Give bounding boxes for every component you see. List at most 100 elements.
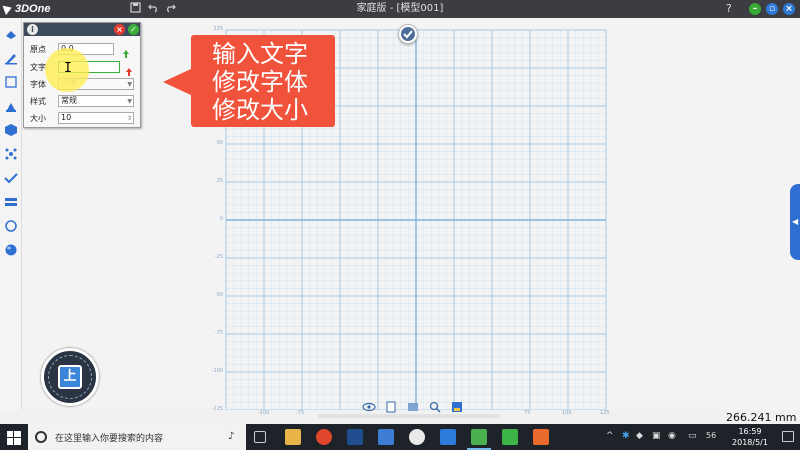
view-cube-face[interactable]: 上 [58,365,82,389]
app-logo: 3DOne [2,1,51,17]
dialog-ok-button[interactable]: ✓ [128,24,139,35]
grid-y-tick-label: 125 [213,26,223,32]
style-row: 样式 常规 ▼ [24,95,142,109]
callout-line: 修改字体 [212,68,308,96]
auto-snap-tool-icon[interactable] [4,170,18,184]
horizontal-scrollbar[interactable] [318,414,500,418]
grid-x-tick-label: 100 [562,410,572,416]
style-select-value: 常规 [61,96,77,105]
callout-line: 输入文字 [212,40,308,68]
grid-y-tick-label: -125 [211,406,223,412]
sketch-tool-icon[interactable] [4,50,18,65]
chat-app-icon[interactable] [409,429,425,445]
grid-y-tick-label: -75 [214,330,223,336]
clock-date: 2018/5/1 [732,438,768,447]
render-mode-icon[interactable] [406,398,420,411]
clock-time: 16:59 [738,427,762,436]
visual-studio-icon[interactable] [378,429,394,445]
symbol-insert-icon[interactable] [124,62,134,76]
cortana-icon [35,431,47,443]
minimize-button[interactable]: – [749,3,761,15]
close-button[interactable]: × [783,3,795,15]
help-button[interactable]: ? [726,0,732,18]
grid-y-tick-label: -25 [214,254,223,260]
left-toolbar [0,18,22,410]
info-icon[interactable]: i [27,24,38,35]
dialog-cancel-button[interactable]: × [114,24,125,35]
redo-icon[interactable] [163,2,177,16]
search-placeholder: 在这里输入你要搜索的内容 [55,434,164,444]
undo-icon[interactable] [146,2,160,16]
grid-x-tick-label: -100 [258,410,270,416]
basic-solid-tool-icon[interactable] [4,26,18,40]
network-icon[interactable]: ▭ [688,431,697,441]
base-edit-tool-icon[interactable] [4,146,18,160]
windows-start-icon[interactable] [7,430,21,445]
tray-app-icon[interactable]: ◉ [668,431,676,441]
grid-y-tick-label: -100 [211,368,223,374]
tray-app-icon[interactable]: ▣ [652,431,661,441]
size-stepper[interactable]: 10 ⇕ [58,112,134,124]
maximize-button[interactable]: ▫ [766,3,778,15]
style-select[interactable]: 常规 ▼ [58,95,134,107]
sketch-edit-tool-icon[interactable] [4,74,18,88]
action-center-icon[interactable] [782,431,794,442]
grid-y-tick-label: -50 [214,292,223,298]
grid-x-tick-label: 125 [600,410,610,416]
pick-point-icon[interactable] [121,44,131,58]
dialog-header: i × ✓ [24,23,140,36]
grid-x-tick-label: -75 [296,410,305,416]
grid-x-tick-label: 75 [524,410,531,416]
view-fit-icon[interactable] [384,398,398,413]
save-icon[interactable] [128,2,142,16]
origin-label: 原点 [30,45,46,54]
view-cube[interactable]: 上 [41,348,99,406]
mail-app-icon[interactable] [440,429,456,445]
logo-arrow-icon [2,2,14,16]
show-hidden-icons-icon[interactable]: ^ [606,431,614,441]
right-panel-toggle[interactable]: ◀ [790,184,800,260]
confirm-check-button[interactable] [398,24,418,44]
powershell-icon[interactable] [347,429,363,445]
camtasia-recorder-icon[interactable] [502,429,518,445]
check-icon [401,27,415,41]
taskbar-clock[interactable]: 16:59 2018/5/1 [728,426,772,448]
bottom-view-toolbar [362,398,464,413]
app-logo-text: 3DOne [15,3,51,15]
font-label: 字体 [30,80,46,89]
grid-y-tick-label: 50 [216,140,223,146]
stepper-arrows-icon[interactable]: ⇕ [127,114,132,124]
chevron-down-icon: ▼ [127,98,132,105]
zoom-icon[interactable] [428,398,442,413]
3done-app-icon[interactable] [467,429,491,450]
style-label: 样式 [30,97,46,106]
chevron-down-icon: ▼ [127,81,132,88]
file-explorer-icon[interactable] [285,429,301,445]
bluetooth-icon[interactable]: ✱ [622,431,630,441]
callout-pointer [163,68,193,96]
camtasia-editor-icon[interactable] [533,429,549,445]
special-function-tool-icon[interactable] [4,122,18,136]
size-label: 大小 [30,114,46,123]
netease-music-icon[interactable] [316,429,332,445]
text-cursor-icon: I [64,61,72,76]
chevron-left-icon: ◀ [792,217,799,226]
windows-taskbar: 在这里输入你要搜索的内容 ♪ ^ ✱ ◆ ▣ ◉ ▭ 56 16:59 2018… [0,424,800,450]
render-tool-icon[interactable] [4,242,18,256]
grid-y-tick-label: 0 [219,216,223,222]
assembly-tool-icon[interactable] [4,194,18,208]
scale-readout: 266.241 mm [726,411,797,424]
microphone-icon[interactable]: ♪ [228,431,234,442]
tutorial-callout: 输入文字 修改字体 修改大小 [191,35,335,127]
feature-tool-icon[interactable] [4,98,18,112]
text-label: 文字 [30,63,46,72]
distance-measure-tool-icon[interactable] [4,218,18,232]
task-view-icon[interactable] [254,431,266,443]
eye-icon[interactable] [362,398,376,412]
tray-badge[interactable]: 56 [706,431,716,440]
tray-app-icon[interactable]: ◆ [636,431,643,441]
grid-y-tick-label: 25 [216,178,223,184]
taskbar-search-box[interactable]: 在这里输入你要搜索的内容 ♪ [28,424,246,450]
standard-view-icon[interactable] [450,398,464,412]
size-row: 大小 10 ⇕ [24,112,142,126]
